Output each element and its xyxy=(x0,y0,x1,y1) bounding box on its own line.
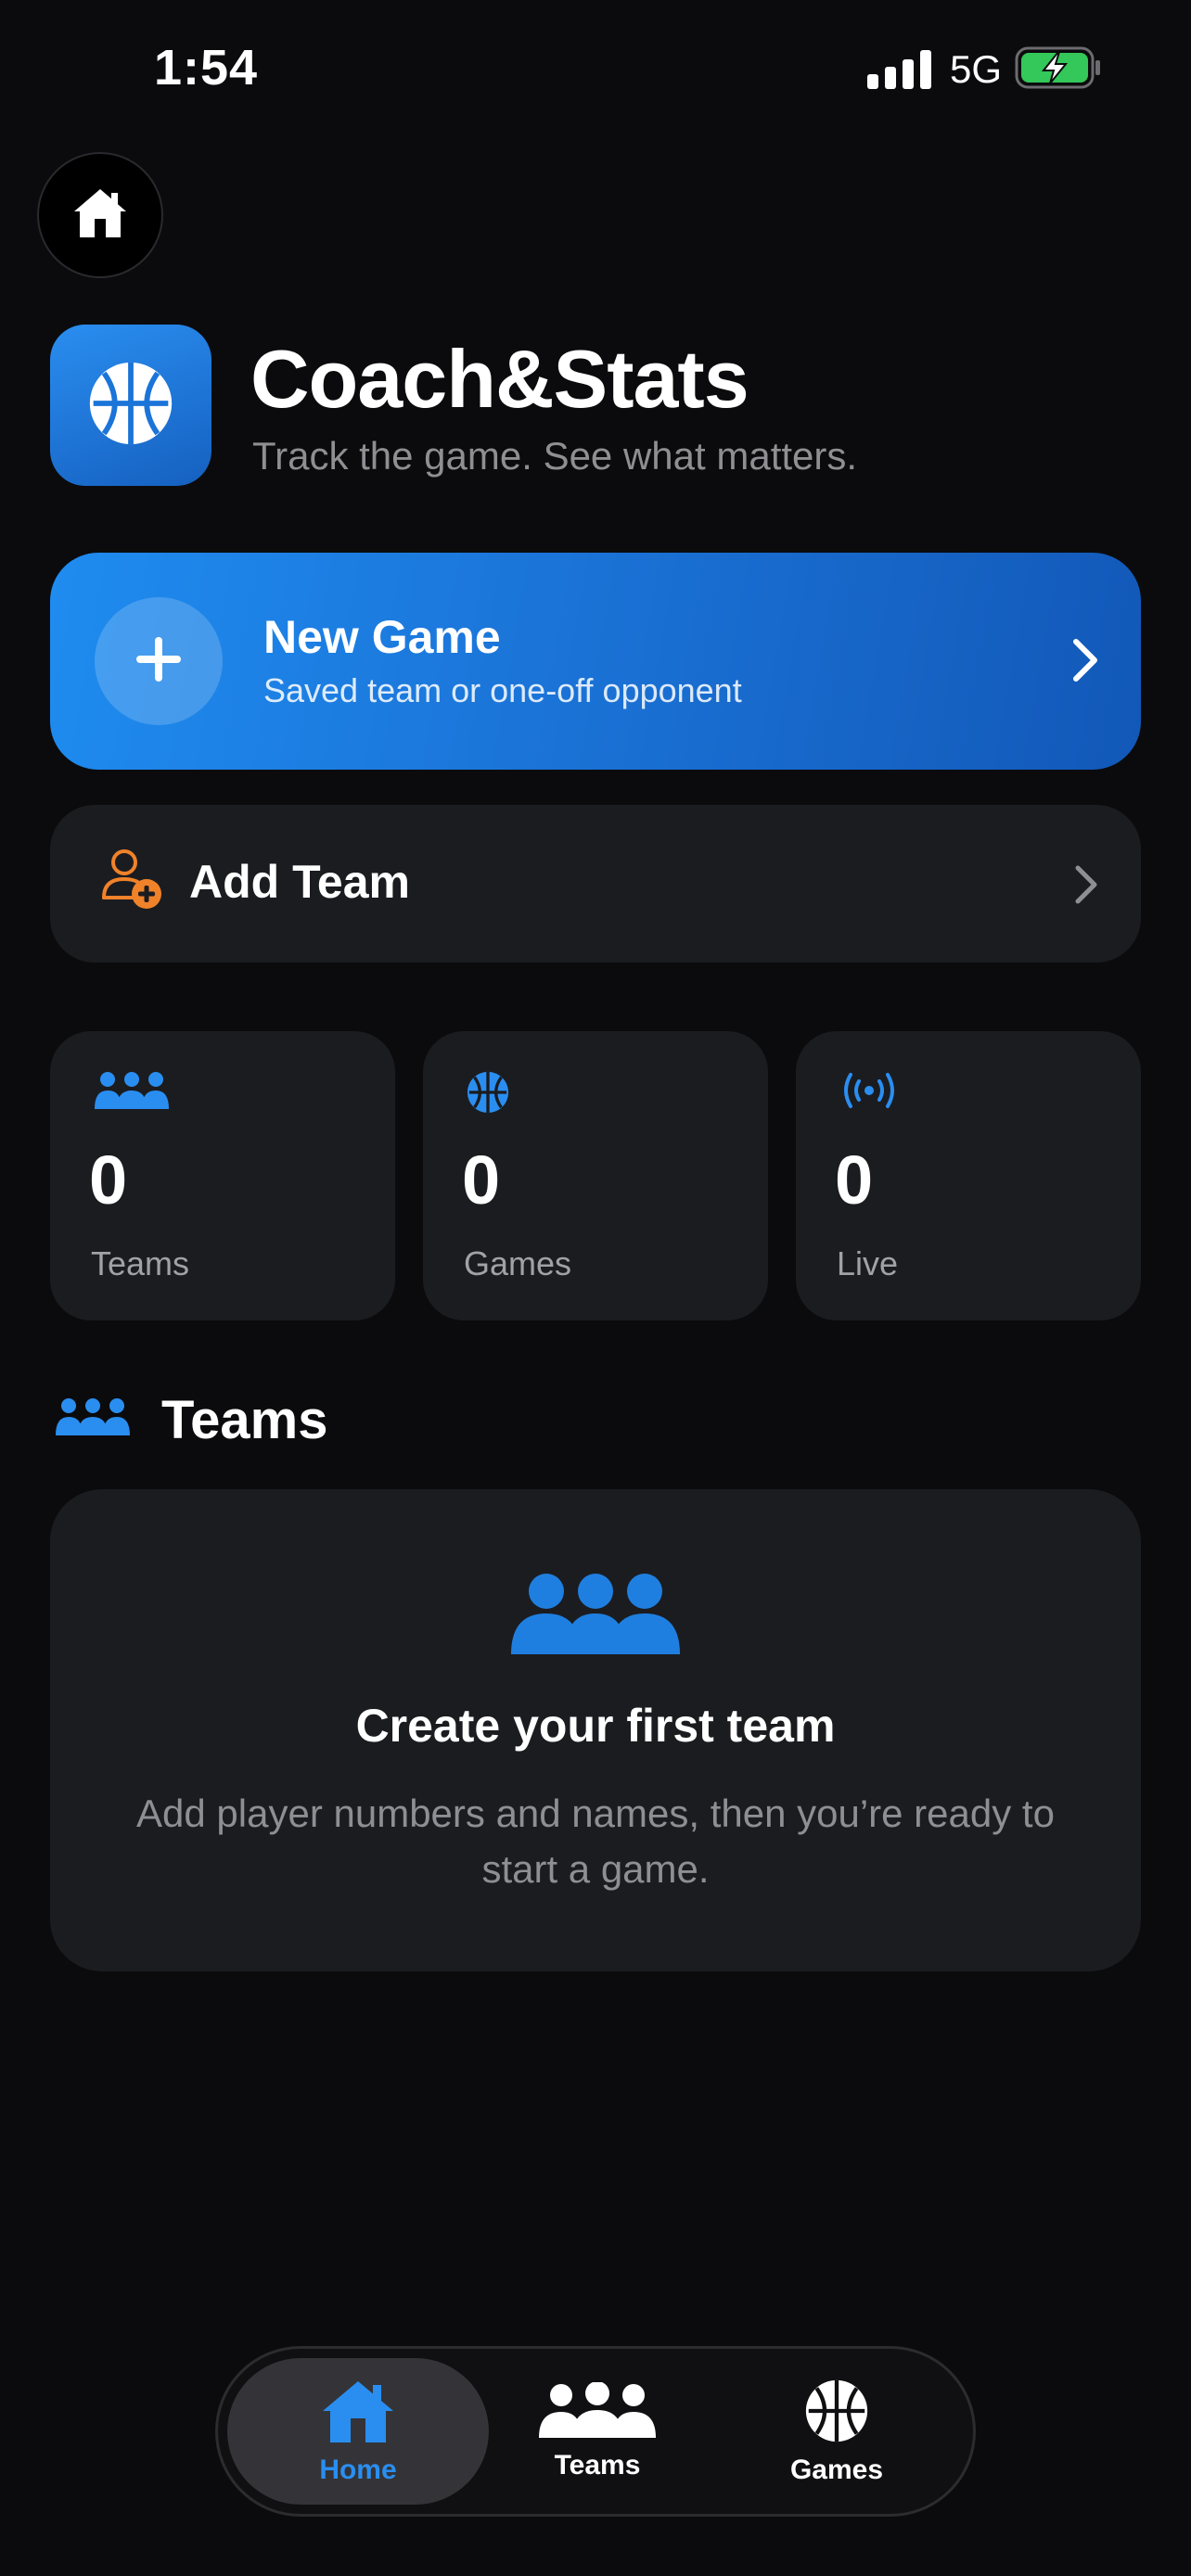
app-title: Coach&Stats xyxy=(250,333,749,425)
teams-empty-state[interactable]: Create your first team Add player number… xyxy=(50,1489,1141,1971)
tab-bar: Home Teams Games xyxy=(215,2346,976,2517)
person-add-icon xyxy=(98,846,165,917)
network-type: 5G xyxy=(949,47,1002,91)
tab-teams[interactable]: Teams xyxy=(467,2358,728,2505)
status-bar: 1:54 5G xyxy=(0,0,1191,139)
people-icon xyxy=(537,2380,658,2444)
status-indicators: 5G xyxy=(866,46,1102,94)
stat-value: 0 xyxy=(462,1141,501,1218)
plus-circle xyxy=(95,597,223,725)
teams-section-title: Teams xyxy=(161,1390,328,1450)
basketball-icon xyxy=(466,1070,510,1119)
add-team-label: Add Team xyxy=(189,856,410,908)
stat-value: 0 xyxy=(835,1141,874,1218)
cellular-signal-icon xyxy=(866,50,931,89)
stat-value: 0 xyxy=(89,1141,128,1218)
tab-games[interactable]: Games xyxy=(706,2358,967,2505)
people-icon xyxy=(93,1070,171,1116)
stat-card-games[interactable]: 0 Games xyxy=(423,1031,768,1320)
stat-label: Games xyxy=(464,1244,572,1282)
home-shortcut-button[interactable] xyxy=(37,152,163,278)
broadcast-icon xyxy=(839,1070,900,1116)
new-game-subtitle: Saved team or one-off opponent xyxy=(263,671,742,709)
chevron-right-icon xyxy=(1072,862,1100,912)
empty-state-icon-wrap xyxy=(50,1573,1141,1661)
tab-label: Games xyxy=(789,2454,884,2485)
plus-icon xyxy=(133,633,185,690)
basketball-icon xyxy=(86,359,175,453)
chevron-right-icon xyxy=(1070,636,1100,689)
tab-label: Teams xyxy=(554,2449,641,2480)
app-subtitle: Track the game. See what matters. xyxy=(252,434,858,478)
house-icon xyxy=(319,2378,397,2449)
battery-charging-icon xyxy=(1015,46,1102,94)
stat-card-live[interactable]: 0 Live xyxy=(796,1031,1141,1320)
new-game-title: New Game xyxy=(263,611,501,663)
house-icon xyxy=(70,185,130,246)
basketball-icon xyxy=(803,2378,870,2449)
empty-state-description: Add player numbers and names, then you’r… xyxy=(136,1792,1055,1891)
people-icon xyxy=(54,1396,132,1442)
new-game-button[interactable]: New Game Saved team or one-off opponent xyxy=(50,553,1141,770)
stat-card-teams[interactable]: 0 Teams xyxy=(50,1031,395,1320)
people-icon xyxy=(509,1573,682,1661)
status-time: 1:54 xyxy=(154,40,259,96)
stat-label: Live xyxy=(837,1244,899,1282)
empty-state-title: Create your first team xyxy=(355,1700,836,1752)
app-logo xyxy=(50,325,211,486)
tab-label: Home xyxy=(319,2454,397,2485)
tab-home[interactable]: Home xyxy=(227,2358,489,2505)
add-team-button[interactable]: Add Team xyxy=(50,805,1141,963)
stat-label: Teams xyxy=(91,1244,190,1282)
